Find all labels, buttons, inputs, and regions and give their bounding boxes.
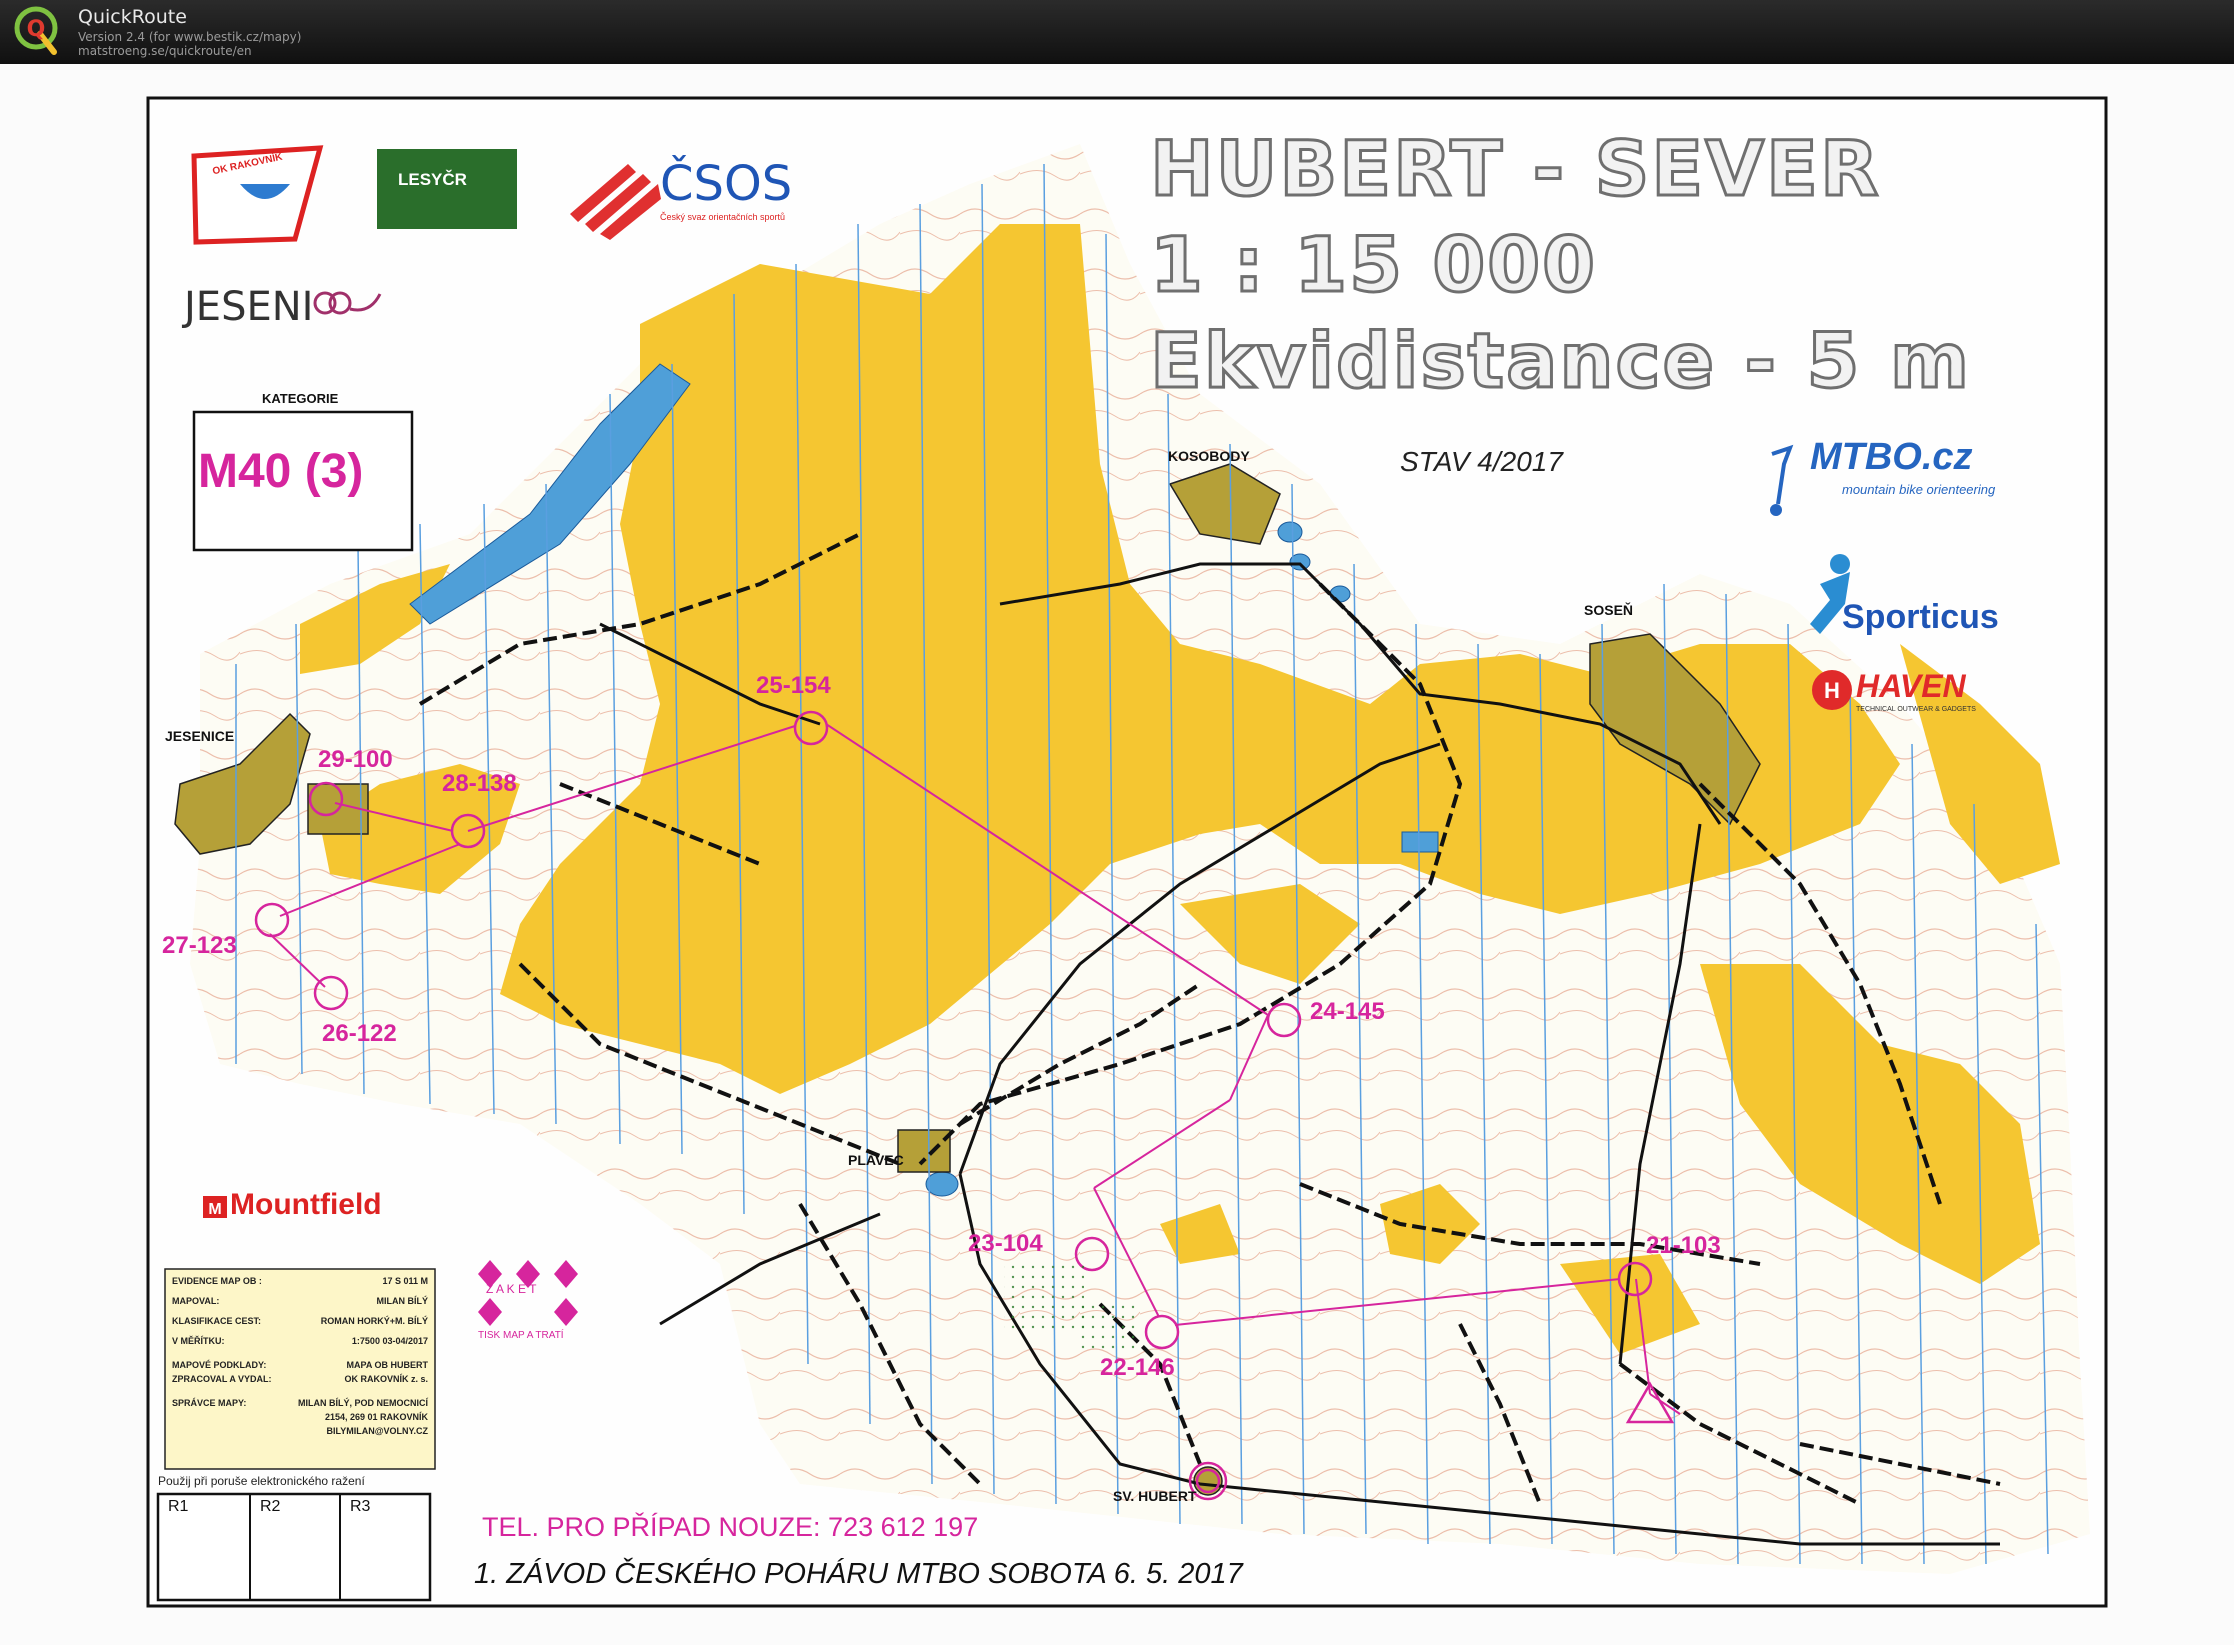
app-version: Version 2.4 (for www.bestik.cz/mapy) [78, 30, 302, 44]
mountfield-label: Mountfield [230, 1188, 382, 1221]
map-info-table-content: EVIDENCE MAP OB :17 S 011 M MAPOVAL: MILA… [172, 1276, 428, 1440]
place-jesenice: JESENICE [165, 728, 235, 744]
punch-box-r3: R3 [350, 1498, 371, 1515]
category-label: KATEGORIE [262, 391, 339, 406]
info-row: MAPOVAL: MILAN BÍLÝ [172, 1296, 428, 1306]
place-sosen: SOSEŇ [1584, 602, 1634, 618]
map-scan: H M HUBERT - SEVER 1 : 15 000 Ekvidistan… [0, 64, 2234, 1645]
svg-text:H: H [1824, 678, 1840, 703]
control-label: 21-103 [1646, 1232, 1721, 1259]
app-titlebar: Q QuickRoute Version 2.4 (for www.bestik… [0, 0, 2234, 64]
info-row: KLASIFIKACE CEST: ROMAN HORKÝ+M. BÍLÝ [172, 1316, 428, 1326]
mtbo-label: MTBO.cz [1810, 436, 1973, 478]
jesenice-label: JESENI [184, 284, 314, 330]
emergency-phone: TEL. PRO PŘÍPAD NOUZE: 723 612 197 [482, 1512, 979, 1542]
info-row: MAPOVÉ PODKLADY: MAPA OB HUBERT [172, 1360, 428, 1370]
control-label: 24-145 [1310, 998, 1385, 1025]
map-title: HUBERT - SEVER [1148, 123, 1881, 215]
vegetation-dots [1004, 1264, 1084, 1334]
info-row: SPRÁVCE MAPY: MILAN BÍLÝ, POD NEMOCNICÍ [172, 1398, 428, 1408]
control-label: 28-138 [442, 770, 517, 797]
csos-subtitle: Český svaz orientačních sportů [660, 212, 786, 222]
map-contour-interval: Ekvidistance - 5 m [1148, 315, 1972, 407]
punch-box-r1: R1 [168, 1498, 189, 1515]
lesy-cr-label: LESYČR [398, 170, 467, 189]
sporticus-label: Sporticus [1842, 598, 1999, 636]
info-row: V MĚŘÍTKU: 1:7500 03-04/2017 [172, 1336, 428, 1346]
csos-label: ČSOS [660, 156, 793, 212]
punch-box-r2: R2 [260, 1498, 281, 1515]
place-plavec: PLAVEC [848, 1152, 904, 1168]
control-label: 27-123 [162, 932, 237, 959]
control-label: 23-104 [968, 1230, 1043, 1257]
place-kosobody: KOSOBODY [1168, 448, 1250, 464]
control-label: 25-154 [756, 672, 831, 699]
zaket-letters: Z A K E T [486, 1282, 537, 1296]
zaket-label: TISK MAP A TRATÍ [478, 1330, 564, 1341]
app-url: matstroeng.se/quickroute/en [78, 44, 252, 58]
category-value: M40 (3) [198, 445, 364, 498]
quickroute-logo-icon: Q [14, 6, 58, 55]
logo-letter: Q [27, 17, 46, 42]
mtbo-subtitle: mountain bike orienteering [1842, 482, 1996, 497]
punch-box-frame [156, 1492, 432, 1602]
place-sv-hubert: SV. HUBERT [1113, 1488, 1197, 1504]
info-row: 2154, 269 01 RAKOVNÍK [324, 1412, 428, 1422]
info-row: BILYMILAN@VOLNY.CZ [326, 1426, 428, 1436]
map-scale: 1 : 15 000 [1148, 219, 1598, 311]
event-name: 1. ZÁVOD ČESKÉHO POHÁRU MTBO SOBOTA 6. 5… [474, 1558, 1243, 1590]
control-label: 22-146 [1100, 1354, 1175, 1381]
app-title: QuickRoute [78, 6, 187, 28]
control-label: 26-122 [322, 1020, 397, 1047]
mountfield-logo-icon: M [203, 1196, 227, 1218]
haven-label: HAVEN [1856, 668, 1966, 704]
map-status: STAV 4/2017 [1400, 446, 1563, 477]
haven-logo-icon: H [1812, 670, 1852, 710]
control-label: 29-100 [318, 746, 393, 773]
info-row: EVIDENCE MAP OB :17 S 011 M [172, 1276, 428, 1286]
punch-note: Použij při poruše elektronického ražení [158, 1474, 365, 1488]
svg-text:M: M [208, 1201, 221, 1218]
info-row: ZPRACOVAL A VYDAL: OK RAKOVNÍK z. s. [172, 1374, 428, 1384]
haven-subtitle: TECHNICAL OUTWEAR & GADGETS [1856, 706, 1976, 713]
